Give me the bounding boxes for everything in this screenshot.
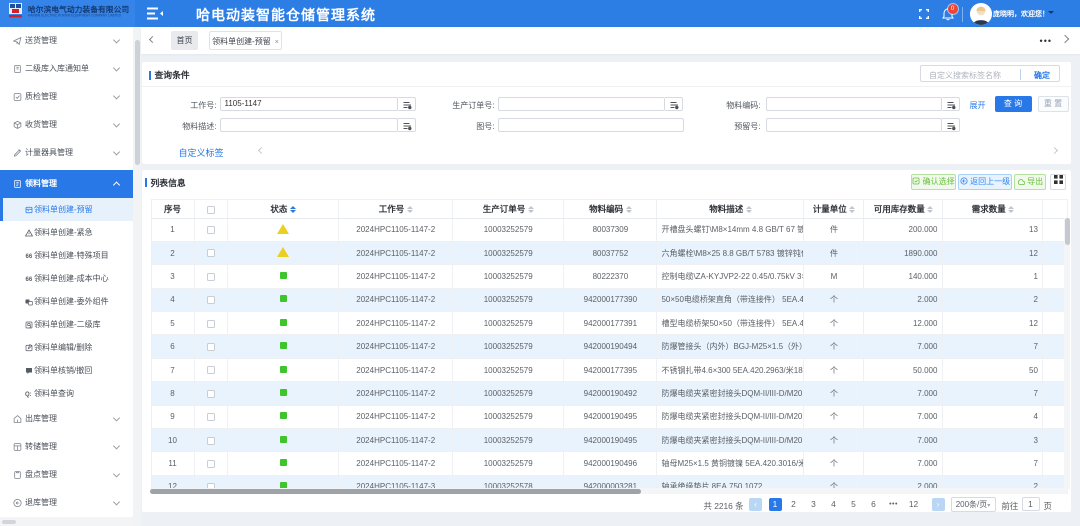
svg-text:Q:: Q: [25, 392, 32, 398]
svg-text:66: 66 [26, 254, 33, 260]
svg-text:66: 66 [26, 277, 33, 283]
